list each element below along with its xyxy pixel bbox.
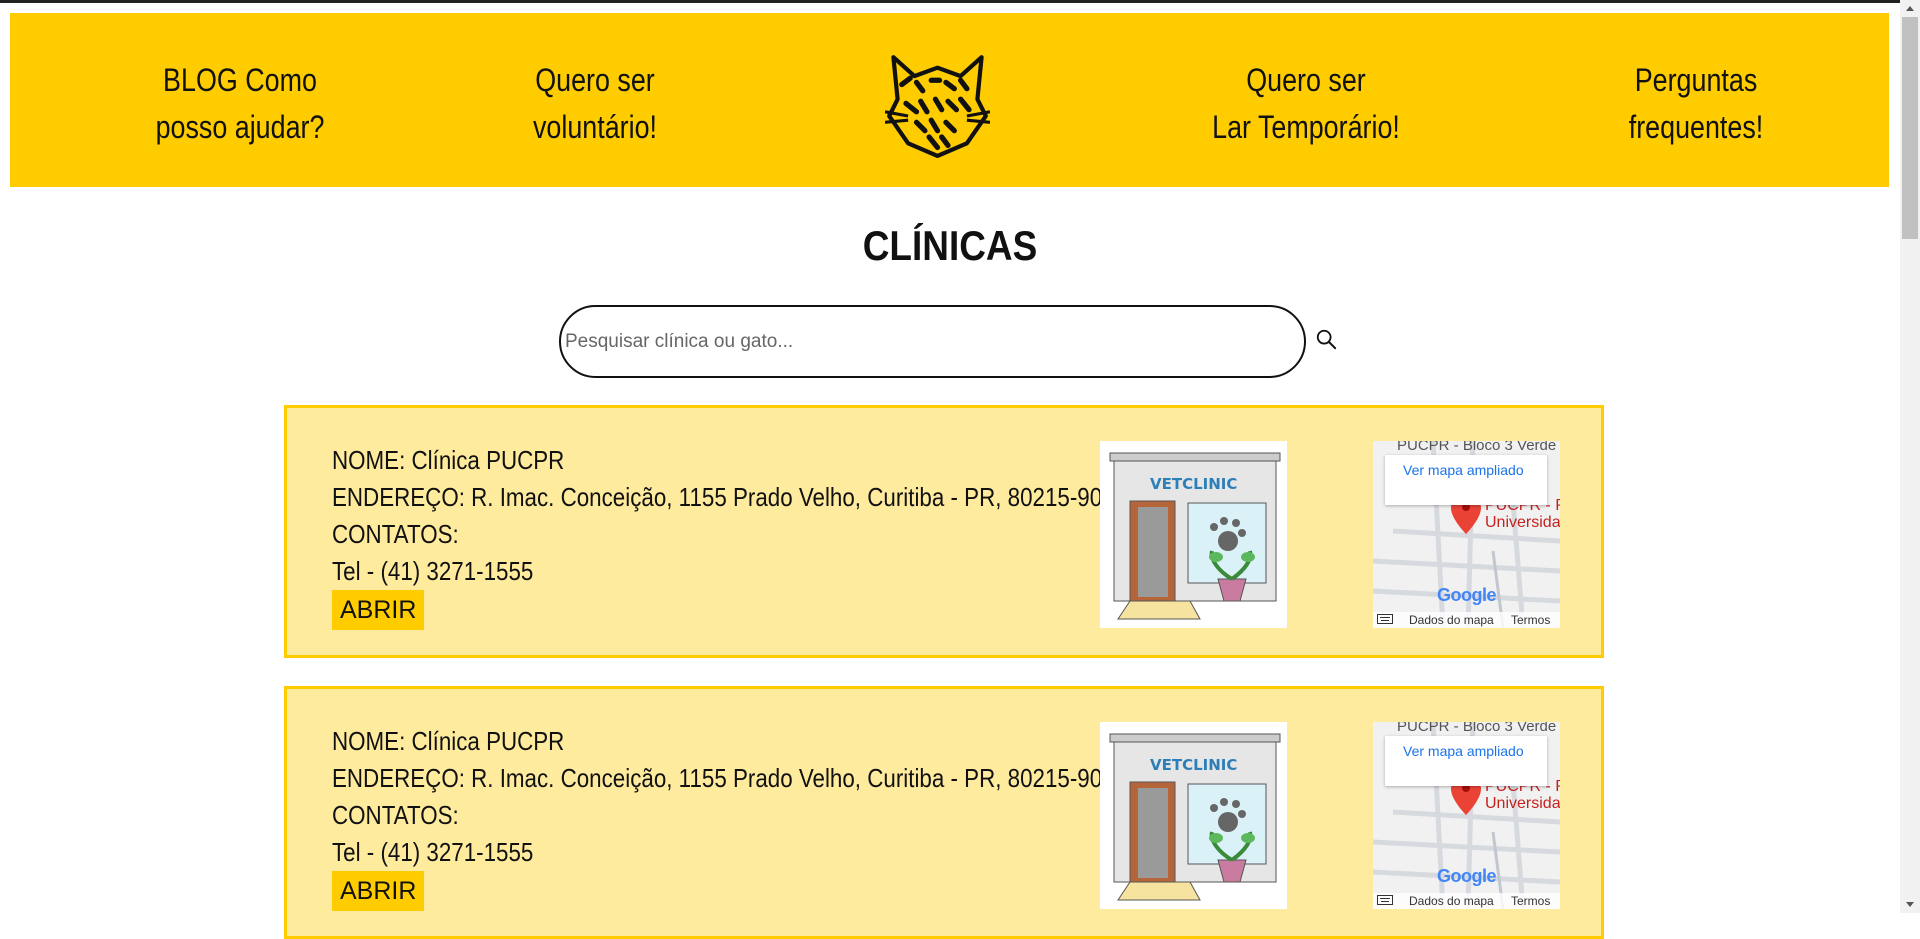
view-larger-map-link[interactable]: Ver mapa ampliado — [1385, 736, 1547, 786]
clinic-phone: Tel - (41) 3271-1555 — [332, 556, 534, 586]
site-header: BLOG Como posso ajudar? Quero ser volunt… — [10, 13, 1889, 187]
map-terms-link[interactable]: Termos — [1511, 612, 1550, 628]
map-pin-label-line: Universida — [1485, 795, 1560, 812]
open-button[interactable]: ABRIR — [332, 590, 425, 630]
clinic-address: ENDEREÇO: R. Imac. Conceição, 1155 Prado… — [332, 763, 1115, 793]
map-footer: Dados do mapa Termos — [1373, 612, 1560, 628]
scroll-up-arrow-icon[interactable] — [1906, 6, 1914, 11]
google-logo: Google — [1437, 585, 1497, 605]
nav-foster[interactable]: Quero ser Lar Temporário! — [1176, 57, 1436, 151]
map-data-link[interactable]: Dados do mapa — [1409, 893, 1494, 909]
clinic-card: NOME: Clínica PUCPR ENDEREÇO: R. Imac. C… — [284, 405, 1604, 658]
keyboard-icon[interactable] — [1377, 614, 1393, 624]
scroll-down-arrow-icon[interactable] — [1906, 902, 1914, 907]
page-title: CLÍNICAS — [862, 222, 1038, 269]
vetclinic-illustration: VETCLINIC — [1100, 441, 1287, 628]
map-pin-label-line: Universida — [1485, 514, 1560, 531]
map-embed[interactable]: PUCPR - Bloco 3 Verde PUCPR - P Universi… — [1373, 441, 1560, 628]
clinic-name: NOME: Clínica PUCPR — [332, 445, 565, 475]
clinic-contacts-label: CONTATOS: — [332, 519, 459, 549]
clinic-phone: Tel - (41) 3271-1555 — [332, 837, 534, 867]
vetclinic-sign: VETCLINIC — [1150, 756, 1237, 774]
view-larger-map-text[interactable]: Ver mapa ampliado — [1403, 462, 1524, 478]
search-icon[interactable] — [1315, 328, 1337, 350]
crazy-cat-gang-logo[interactable] — [885, 53, 990, 158]
map-embed[interactable]: PUCPR - Bloco 3 Verde PUCPR - P Universi… — [1373, 722, 1560, 909]
view-larger-map-text[interactable]: Ver mapa ampliado — [1403, 743, 1524, 759]
map-footer: Dados do mapa Termos — [1373, 893, 1560, 909]
clinic-info: NOME: Clínica PUCPR ENDEREÇO: R. Imac. C… — [332, 723, 1115, 871]
nav-faq[interactable]: Perguntas frequentes! — [1566, 57, 1826, 151]
keyboard-icon[interactable] — [1377, 895, 1393, 905]
vetclinic-illustration: VETCLINIC — [1100, 722, 1287, 909]
clinic-name: NOME: Clínica PUCPR — [332, 726, 565, 756]
clinic-card: NOME: Clínica PUCPR ENDEREÇO: R. Imac. C… — [284, 686, 1604, 939]
clinic-contacts-label: CONTATOS: — [332, 800, 459, 830]
clinic-address: ENDEREÇO: R. Imac. Conceição, 1155 Prado… — [332, 482, 1115, 512]
scroll-thumb[interactable] — [1902, 17, 1918, 239]
map-data-link[interactable]: Dados do mapa — [1409, 612, 1494, 628]
nav-blog[interactable]: BLOG Como posso ajudar? — [110, 57, 370, 151]
open-button[interactable]: ABRIR — [332, 871, 425, 911]
google-logo: Google — [1437, 866, 1497, 886]
view-larger-map-link[interactable]: Ver mapa ampliado — [1385, 455, 1547, 505]
map-title: PUCPR - Bloco 3 Verde — [1397, 441, 1557, 454]
nav-volunteer[interactable]: Quero ser voluntário! — [465, 57, 725, 151]
vetclinic-sign: VETCLINIC — [1150, 475, 1237, 493]
map-terms-link[interactable]: Termos — [1511, 893, 1550, 909]
top-border — [0, 0, 1900, 3]
map-title: PUCPR - Bloco 3 Verde — [1397, 722, 1557, 735]
vertical-scrollbar[interactable] — [1900, 0, 1920, 913]
search-input[interactable] — [559, 305, 1306, 378]
clinic-info: NOME: Clínica PUCPR ENDEREÇO: R. Imac. C… — [332, 442, 1115, 590]
